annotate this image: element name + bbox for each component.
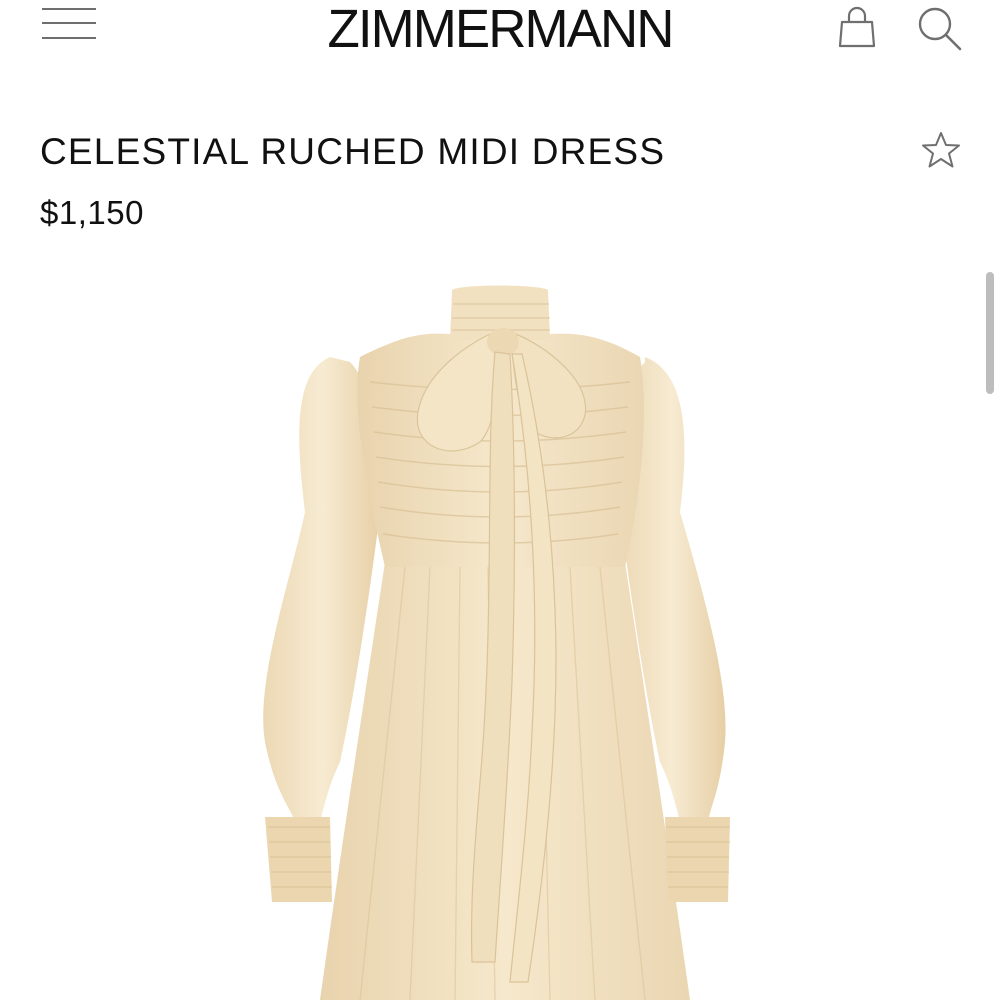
brand-logo[interactable]: ZIMMERMANN [255,2,745,56]
menu-line [42,8,96,10]
star-outline-icon[interactable] [920,130,962,170]
product-page: ZIMMERMANN CELESTIAL RUCHED MIDI DRESS $… [0,0,1000,1000]
menu-line [42,37,96,39]
search-icon[interactable] [914,4,964,52]
shopping-bag-icon[interactable] [836,6,878,50]
page-scrollbar[interactable] [986,272,994,394]
product-price: $1,150 [40,194,144,231]
product-image [40,262,960,1000]
product-title: CELESTIAL RUCHED MIDI DRESS [40,131,666,172]
hamburger-menu-icon[interactable] [42,4,96,40]
site-header: ZIMMERMANN [0,0,1000,60]
menu-line [42,22,96,24]
